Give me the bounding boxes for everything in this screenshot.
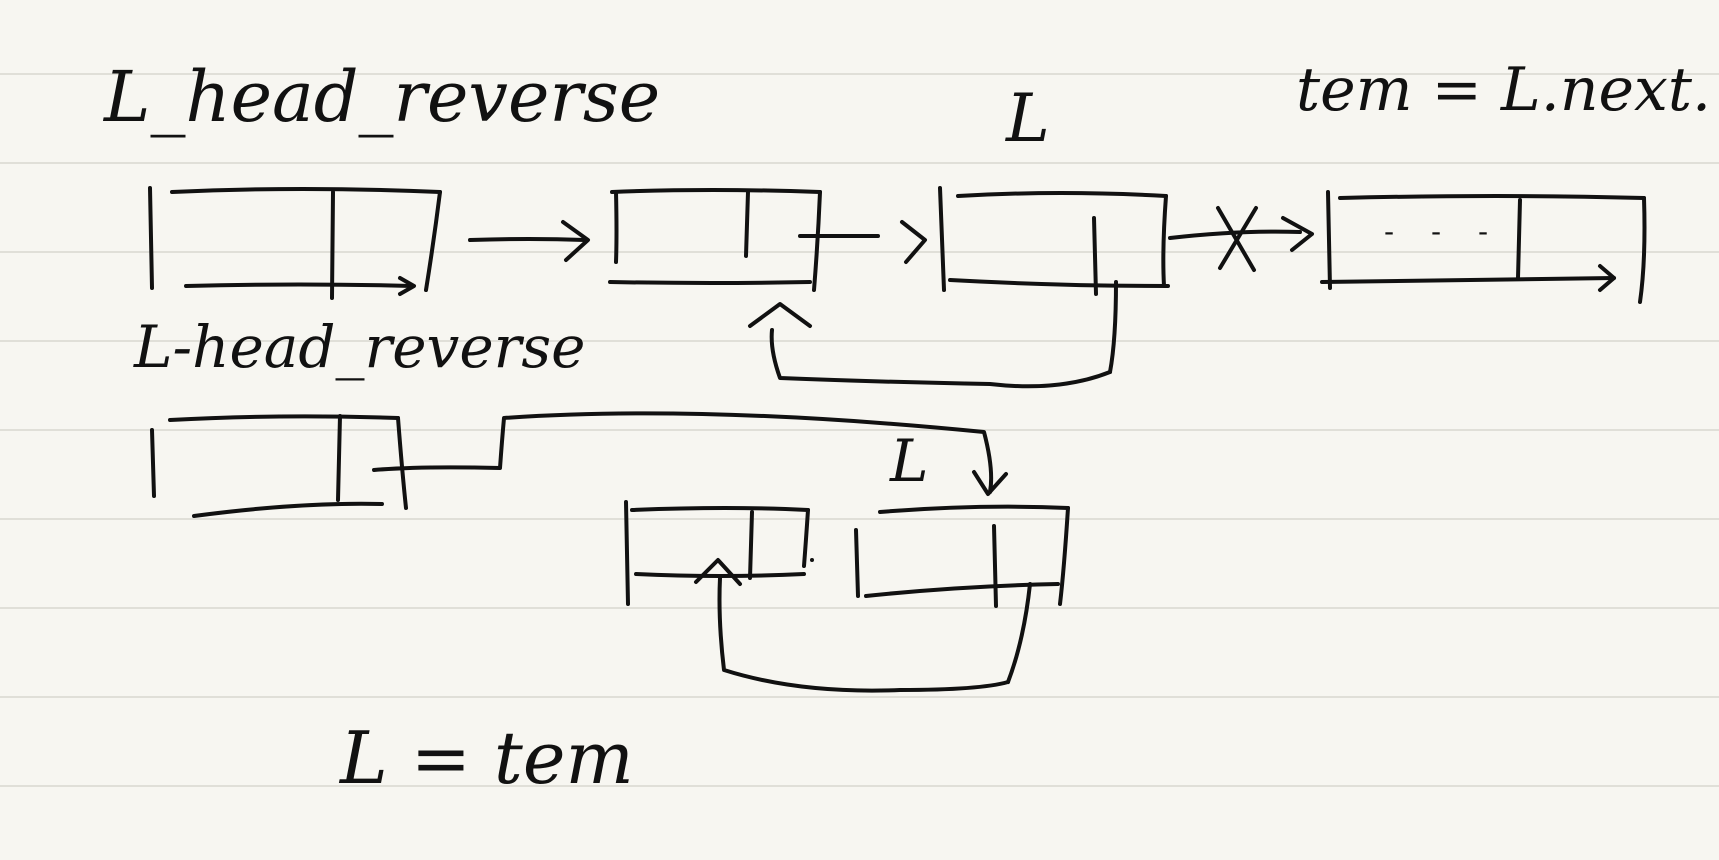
cross-mark xyxy=(1216,206,1258,272)
arrow-head-to-node-b xyxy=(468,237,587,242)
arrowhead-b-to-l xyxy=(900,220,927,264)
ruled-lines xyxy=(0,73,1719,787)
label-final-assign: L = tem xyxy=(340,716,634,800)
node-l-top xyxy=(938,186,1170,374)
reverse-link-l-to-b xyxy=(769,328,1112,389)
label-pointer-l-top: L xyxy=(1006,80,1050,157)
tail-ellipsis: - - - xyxy=(1384,215,1503,248)
reverse-link-new-l-to-a xyxy=(717,576,1010,693)
arrowhead-reverse-link-l-to-b xyxy=(748,302,812,328)
label-pointer-l-bottom: L xyxy=(890,427,929,495)
arrowhead-broken-link xyxy=(1281,216,1314,252)
label-head-reverse-bottom: L-head_reverse xyxy=(134,313,586,381)
node-l-bottom xyxy=(854,504,1070,684)
node-head-bottom xyxy=(150,414,408,518)
label-tem-assign: tem = L.next. xyxy=(1296,55,1712,125)
node-b-top xyxy=(608,188,880,292)
notebook-page: L_head_reverse L tem = L.next. L-head_re… xyxy=(0,0,1719,860)
node-head-top xyxy=(148,186,442,300)
label-head-reverse-top: L_head_reverse xyxy=(104,56,661,138)
